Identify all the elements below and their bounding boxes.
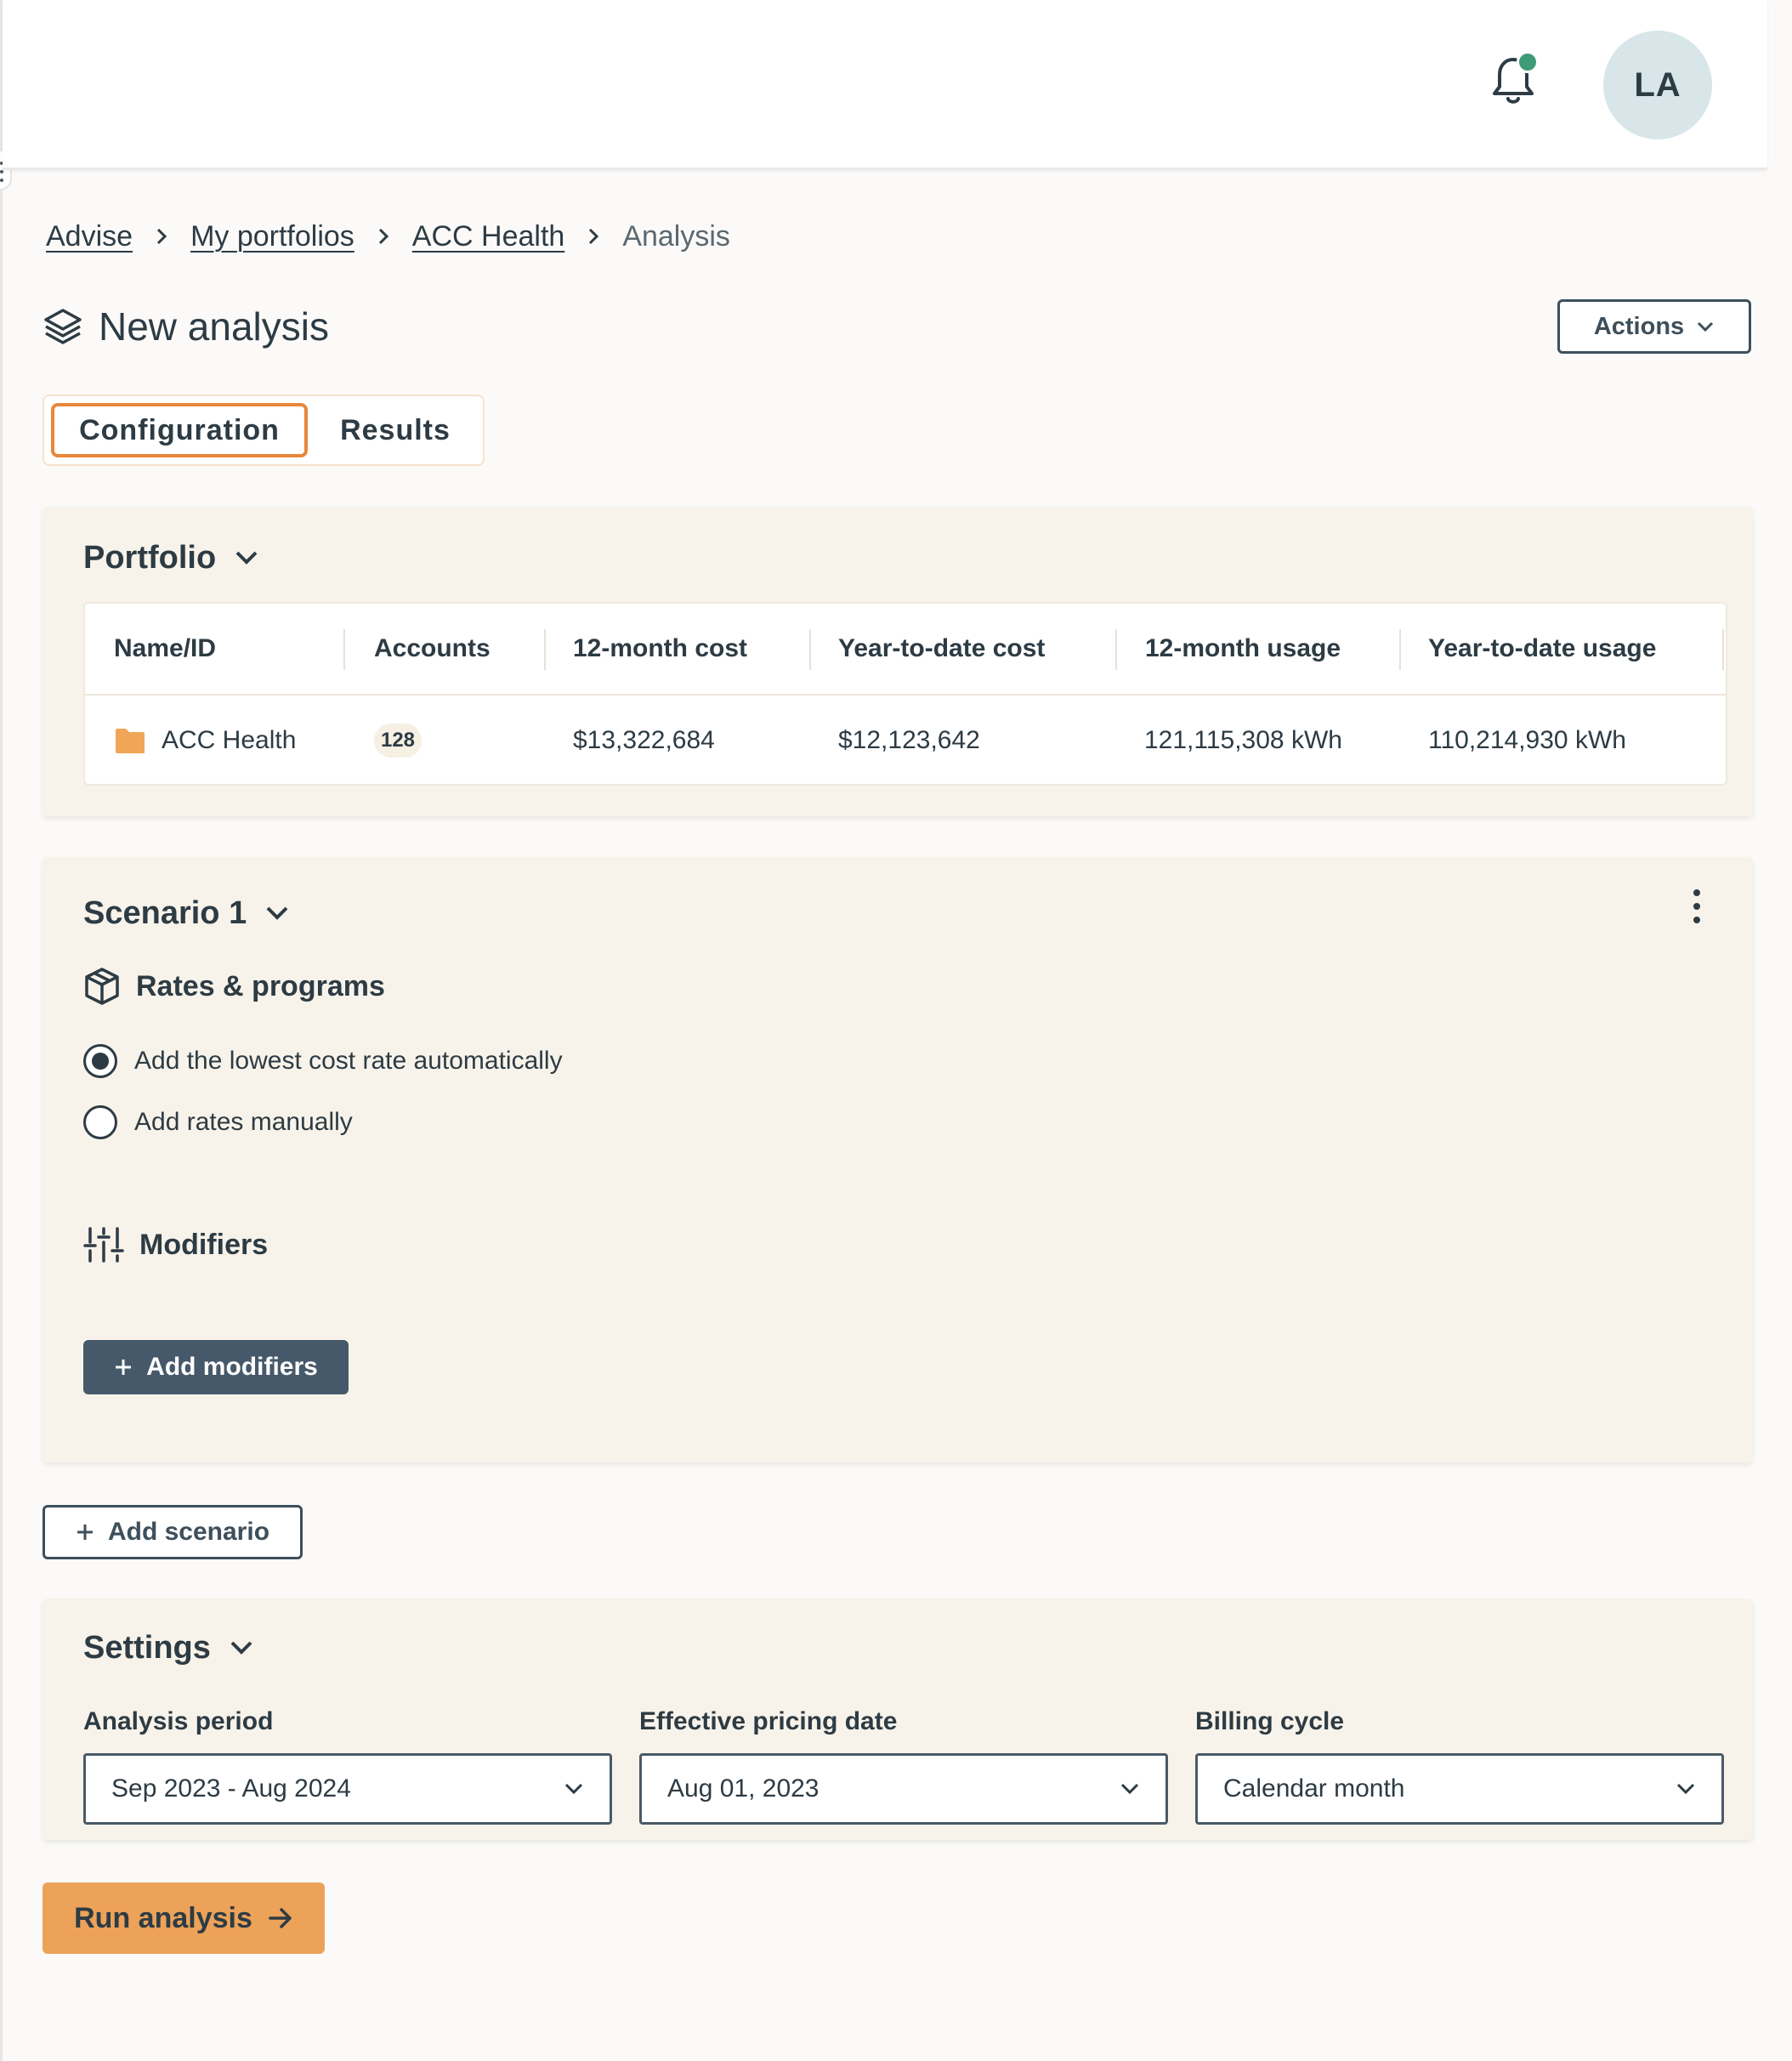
actions-dropdown-button[interactable]: Actions [1557,299,1751,354]
page-title: New analysis [43,299,329,354]
chevron-down-icon [564,1783,583,1795]
row-name-cell: ACC Health [114,696,296,786]
billing-cycle-label: Billing cycle [1195,1707,1345,1735]
radio-button-checked[interactable] [83,1044,117,1078]
analysis-period-select[interactable]: Sep 2023 - Aug 2024 [83,1753,612,1825]
modifiers-title: Modifiers [139,1228,269,1261]
column-header-ytd-cost: Year-to-date cost [838,634,1046,662]
analysis-period-label: Analysis period [83,1707,274,1735]
notification-indicator [1517,51,1539,73]
run-analysis-label: Run analysis [74,1901,252,1934]
add-scenario-button[interactable]: Add scenario [43,1505,303,1559]
column-header-ytd-usage: Year-to-date usage [1428,634,1657,662]
column-header-12-month-usage: 12-month usage [1145,634,1341,662]
row-accounts-cell: 128 [374,696,422,786]
breadcrumb: Advise My portfolios ACC Health Analysis [46,216,730,257]
scenario-title: Scenario 1 [83,894,247,931]
effective-pricing-date-value: Aug 01, 2023 [667,1774,819,1803]
portfolio-card: Portfolio Name/ID Accounts 12-month cost… [43,507,1753,816]
chevron-right-icon [133,227,190,246]
settings-card: Settings Analysis period Sep 2023 - Aug … [43,1598,1753,1840]
chevron-down-icon [266,906,288,920]
table-header-row: Name/ID Accounts 12-month cost Year-to-d… [85,604,1726,696]
actions-label: Actions [1593,312,1685,340]
layers-icon [44,309,82,344]
column-header-name: Name/ID [114,634,217,662]
radio-button-unchecked[interactable] [83,1105,117,1139]
column-header-accounts: Accounts [374,634,491,662]
accounts-badge: 128 [374,724,422,758]
chevron-down-icon [1698,321,1714,332]
left-rail [0,0,3,2061]
row-12-month-usage: 121,115,308 kWh [1144,726,1342,754]
rates-programs-title: Rates & programs [136,969,385,1002]
portfolio-header[interactable]: Portfolio [83,532,258,583]
more-options-icon[interactable] [1687,889,1707,923]
portfolio-table: Name/ID Accounts 12-month cost Year-to-d… [83,602,1727,786]
scenario-card: Scenario 1 Rates & programs Add the lowe… [43,857,1753,1462]
add-modifiers-button[interactable]: Add modifiers [83,1340,349,1394]
scenario-header[interactable]: Scenario 1 [83,888,289,939]
chevron-right-icon [354,227,412,246]
settings-title: Settings [83,1629,211,1666]
breadcrumb-my-portfolios[interactable]: My portfolios [190,220,354,253]
user-avatar[interactable]: LA [1603,31,1712,139]
row-12-month-cost: $13,322,684 [573,726,715,754]
portfolio-title: Portfolio [83,539,217,576]
breadcrumb-current: Analysis [622,219,730,253]
row-ytd-cost: $12,123,642 [838,726,980,754]
billing-cycle-select[interactable]: Calendar month [1195,1753,1724,1825]
billing-cycle-value: Calendar month [1223,1774,1405,1803]
run-analysis-button[interactable]: Run analysis [43,1882,325,1954]
chevron-down-icon [1120,1783,1139,1795]
tab-group: Configuration Results [43,395,485,466]
radio-label: Add the lowest cost rate automatically [134,1047,563,1075]
folder-icon [116,729,145,753]
chevron-down-icon [230,1641,252,1655]
breadcrumb-acc-health[interactable]: ACC Health [412,220,565,253]
chevron-down-icon [235,551,258,565]
package-icon [85,968,119,1005]
radio-label: Add rates manually [134,1108,353,1136]
add-scenario-label: Add scenario [107,1518,270,1546]
column-header-12-month-cost: 12-month cost [573,634,748,662]
effective-pricing-date-label: Effective pricing date [639,1707,898,1735]
sliders-icon [83,1227,124,1263]
chevron-right-icon [564,227,622,246]
tab-results[interactable]: Results [315,403,476,457]
page-title-text: New analysis [99,304,329,349]
plus-icon [116,1360,132,1375]
rates-programs-section: Rates & programs [83,962,385,1010]
table-row[interactable]: ACC Health 128 $13,322,684 $12,123,642 1… [85,696,1726,786]
effective-pricing-date-select[interactable]: Aug 01, 2023 [639,1753,1168,1825]
arrow-right-icon [269,1908,292,1928]
plus-icon [77,1524,93,1540]
chevron-down-icon [1676,1783,1695,1795]
radio-option-lowest-cost[interactable]: Add the lowest cost rate automatically [83,1041,563,1082]
add-modifiers-label: Add modifiers [146,1353,318,1381]
row-name: ACC Health [162,726,297,754]
settings-header[interactable]: Settings [83,1622,253,1673]
row-ytd-usage: 110,214,930 kWh [1428,726,1626,754]
breadcrumb-advise[interactable]: Advise [46,220,133,253]
analysis-period-value: Sep 2023 - Aug 2024 [111,1774,351,1803]
modifiers-section: Modifiers [83,1221,268,1269]
tab-configuration[interactable]: Configuration [51,403,308,457]
radio-option-manual[interactable]: Add rates manually [83,1102,353,1143]
